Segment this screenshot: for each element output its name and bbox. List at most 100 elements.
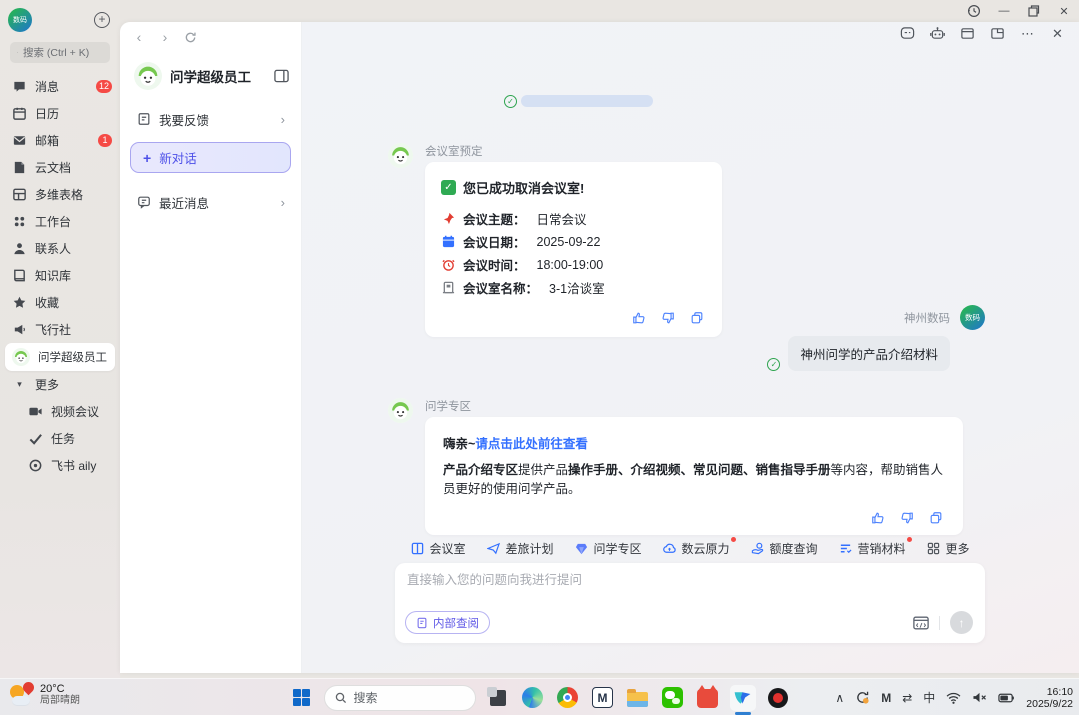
read-receipt-icon: ✓ [767,358,780,371]
field-label: 会议日期： [463,232,526,251]
window-icon[interactable] [960,26,975,41]
sidebar-item-messages[interactable]: 消息 12 [0,73,120,100]
field-value: 日常会议 [537,209,587,228]
date: 2025/9/22 [1026,698,1073,710]
search-input[interactable] [23,47,103,59]
gem-icon [574,542,588,556]
message-input[interactable] [407,573,973,587]
chat-bubble-icon[interactable] [900,26,915,41]
message-placeholder-bar [521,95,653,107]
robot-icon[interactable] [930,26,945,41]
red-cat-app-icon[interactable] [695,685,721,711]
sidebar-item-clouddocs[interactable]: 云文档 [0,154,120,181]
task-check-icon [28,431,43,446]
success-check-icon: ✓ [441,180,456,195]
ime-indicator[interactable]: 中 [923,689,935,706]
tray-expand-icon[interactable]: ∧ [835,691,844,705]
edge-icon[interactable] [520,685,546,711]
close-window-button[interactable]: ✕ [1049,0,1079,22]
hand-coin-icon [751,542,765,556]
forward-icon[interactable]: › [158,30,172,44]
user-avatar[interactable]: 数码 [8,8,32,32]
calendar-icon [12,106,27,121]
sidebar-item-aily[interactable]: 飞书 aily [0,452,120,479]
thumbs-up-icon[interactable] [871,511,885,525]
sidebar-item-favorites[interactable]: 收藏 [0,289,120,316]
chevron-right-icon: › [281,112,285,127]
time: 16:10 [1026,686,1073,698]
sync-icon[interactable] [855,690,870,705]
volume-muted-icon[interactable] [972,691,987,704]
wifi-icon[interactable] [946,692,961,704]
sidebar-item-mail[interactable]: 邮箱 1 [0,127,120,154]
task-view-icon[interactable] [485,685,511,711]
app-sidebar: 数码 + 消息 12 日历 邮箱 1 云文档 多维表格 [0,0,120,678]
field-value: 2025-09-22 [537,235,601,249]
qa-more[interactable]: 更多 [927,540,970,557]
collapse-panel-icon[interactable] [274,69,289,83]
close-chat-icon[interactable]: ✕ [1050,26,1065,41]
divider [939,616,940,630]
thumbs-up-icon[interactable] [632,311,646,325]
add-icon[interactable]: + [94,12,110,28]
internal-search-pill[interactable]: 内部查阅 [405,611,490,634]
thumbs-down-icon[interactable] [900,511,914,525]
qa-shuyun-power[interactable]: 数云原力 [662,540,729,557]
more-icon[interactable]: ⋯ [1020,26,1035,41]
file-explorer-icon[interactable] [625,685,651,711]
command-panel-icon[interactable] [913,616,929,630]
user-message: 神州数码 数码 ✓ 神州问学的产品介绍材料 [659,305,1079,371]
restore-button[interactable] [1019,0,1049,22]
sidebar-item-community[interactable]: 飞行社 [0,316,120,343]
sidebar-item-base[interactable]: 多维表格 [0,181,120,208]
network-switch-icon[interactable]: ⇄ [902,691,912,705]
qa-travel-plan[interactable]: 差旅计划 [486,540,553,557]
sidebar-item-wenxue-agent[interactable]: 问学超级员工 [5,343,115,371]
m-app-icon[interactable]: M [590,685,616,711]
sidebar-item-contacts[interactable]: 联系人 [0,235,120,262]
sidebar-item-knowledge[interactable]: 知识库 [0,262,120,289]
meeting-card-title: 您已成功取消会议室! [463,178,584,197]
zone-card: 嗨亲~请点击此处前往查看 产品介绍专区提供产品操作手册、介绍视频、常见问题、销售… [425,417,963,535]
grid-icon [927,542,941,556]
battery-icon[interactable] [998,693,1015,703]
wechat-icon[interactable] [660,685,686,711]
recorder-icon[interactable] [765,685,791,711]
start-button[interactable] [289,685,315,711]
clock[interactable]: 16:10 2025/9/22 [1026,686,1073,710]
qa-marketing-materials[interactable]: 营销材料 [839,540,906,557]
sidebar-item-tasks[interactable]: 任务 [0,425,120,452]
feedback-item[interactable]: 我要反馈 › [130,104,291,134]
back-icon[interactable]: ‹ [132,30,146,44]
video-camera-icon [28,404,43,419]
user-avatar[interactable]: 数码 [960,305,985,330]
zone-link[interactable]: 请点击此处前往查看 [475,437,588,451]
recent-messages-item[interactable]: 最近消息 › [130,187,291,217]
message-icon [12,79,27,94]
sidebar-item-more[interactable]: ▾ 更多 [0,371,120,398]
sidebar-item-workbench[interactable]: 工作台 [0,208,120,235]
m-tray-icon[interactable]: M [881,691,891,705]
qa-quota-query[interactable]: 额度查询 [751,540,818,557]
cloud-doc-icon [12,160,27,175]
copy-icon[interactable] [929,511,943,525]
sidebar-search[interactable] [10,42,110,63]
weather-widget[interactable]: 20°C 局部晴朗 [8,682,80,708]
sidebar-item-video-meeting[interactable]: 视频会议 [0,398,120,425]
qa-meeting-room[interactable]: 会议室 [410,540,465,557]
composer[interactable]: 内部查阅 ↑ [395,563,985,643]
taskbar-search[interactable]: 搜索 [324,685,476,711]
minimize-button[interactable]: — [989,0,1019,22]
chrome-icon[interactable] [555,685,581,711]
feishu-icon[interactable] [730,685,756,711]
field-label: 会议主题： [463,209,526,228]
open-in-tab-icon[interactable] [990,26,1005,41]
recent-chat-icon [136,195,151,210]
sidebar-item-calendar[interactable]: 日历 [0,100,120,127]
qa-wenxue-zone[interactable]: 问学专区 [574,540,641,557]
chat-toolbar: ⋯ ✕ [900,26,1065,41]
new-chat-button[interactable]: + 新对话 [130,142,291,173]
send-button[interactable]: ↑ [950,611,973,634]
history-icon[interactable] [959,0,989,22]
refresh-icon[interactable] [184,31,198,44]
